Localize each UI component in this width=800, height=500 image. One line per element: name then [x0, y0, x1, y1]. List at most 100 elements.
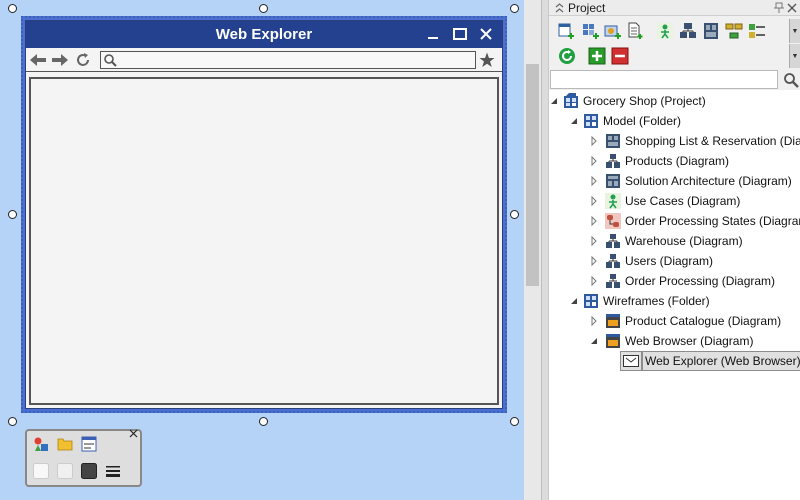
mockup-content-area: [29, 77, 499, 405]
resize-handle-top-right[interactable]: [510, 4, 519, 13]
tree-node-label: Product Catalogue (Diagram): [625, 314, 782, 328]
toolbar-overflow-icon-2[interactable]: ▼: [789, 44, 800, 68]
folder-icon[interactable]: [56, 435, 74, 453]
tree-node-label: Order Processing (Diagram): [625, 274, 776, 288]
tree-node-project[interactable]: Grocery Shop (Project): [549, 91, 706, 111]
diagram-canvas[interactable]: Web Explorer: [0, 0, 524, 500]
model-folder-icon: [583, 293, 599, 309]
resize-handle-left[interactable]: [8, 210, 17, 219]
new-diagram-icon[interactable]: [557, 21, 577, 41]
collapsed-arrow-icon[interactable]: [589, 191, 599, 211]
expanded-arrow-icon[interactable]: [549, 91, 559, 111]
expanded-arrow-icon[interactable]: [589, 331, 599, 351]
use-case-diagram-icon: [605, 193, 621, 209]
web-browser-element-icon: [620, 351, 642, 371]
canvas-vertical-scrollbar[interactable]: [524, 0, 541, 500]
requirement-diagram-toolbar-icon[interactable]: [747, 21, 767, 41]
collapsed-arrow-icon[interactable]: [589, 271, 599, 291]
panel-splitter[interactable]: [541, 0, 548, 500]
web-browser-window: Web Explorer: [25, 20, 503, 409]
search-input[interactable]: [550, 70, 778, 89]
wireframe-diagram-icon: [605, 313, 621, 329]
tree-node-label: Shopping List & Reservation (Diagram): [625, 134, 800, 148]
web-browser-wireframe[interactable]: Web Explorer: [21, 16, 507, 413]
mockup-navigation-bar: [26, 48, 502, 72]
use-case-diagram-toolbar-icon[interactable]: [655, 21, 675, 41]
new-model-element-icon[interactable]: [581, 21, 601, 41]
tree-node-diagram[interactable]: Users (Diagram): [589, 251, 713, 271]
tree-node-diagram[interactable]: Solution Architecture (Diagram): [589, 171, 792, 191]
toolbar-overflow-icon[interactable]: ▼: [789, 19, 800, 43]
tree-node-diagram[interactable]: Product Catalogue (Diagram): [589, 311, 781, 331]
tree-node-label: Users (Diagram): [625, 254, 714, 268]
collapse-all-icon[interactable]: [610, 46, 630, 66]
state-diagram-icon: [605, 213, 621, 229]
collapsed-arrow-icon[interactable]: [589, 131, 599, 151]
shapes-icon[interactable]: [32, 435, 50, 453]
resize-handle-bottom[interactable]: [259, 417, 268, 426]
panel-title: Project: [568, 1, 606, 15]
tree-node-label: Products (Diagram): [625, 154, 730, 168]
search-icon[interactable]: [780, 70, 800, 89]
white-fill-icon[interactable]: [32, 462, 50, 480]
activity-diagram-toolbar-icon[interactable]: [724, 21, 744, 41]
tree-node-diagram[interactable]: Products (Diagram): [589, 151, 729, 171]
collapsed-arrow-icon[interactable]: [589, 171, 599, 191]
deployment-diagram-icon: [605, 173, 621, 189]
pin-icon[interactable]: [772, 0, 786, 16]
tree-node-web-explorer-selected[interactable]: Web Explorer (Web Browser): [620, 351, 800, 371]
mockup-address-bar: [100, 51, 476, 69]
sync-refresh-icon[interactable]: [557, 46, 577, 66]
class-diagram-icon: [605, 253, 621, 269]
expand-all-icon[interactable]: [587, 46, 607, 66]
class-diagram-toolbar-icon[interactable]: [678, 21, 698, 41]
tree-node-diagram[interactable]: Warehouse (Diagram): [589, 231, 743, 251]
window-icon[interactable]: [80, 435, 98, 453]
tree-node-diagram[interactable]: Web Browser (Diagram): [589, 331, 753, 351]
resize-handle-bottom-right[interactable]: [510, 417, 519, 426]
collapsed-arrow-icon[interactable]: [589, 151, 599, 171]
toolbox-close-icon[interactable]: [128, 429, 138, 441]
star-icon: [478, 51, 496, 69]
tree-node-label: Model (Folder): [603, 114, 682, 128]
panel-close-icon[interactable]: [785, 0, 799, 16]
tree-node-diagram[interactable]: Order Processing States (Diagram): [589, 211, 800, 231]
search-bar: [549, 69, 800, 89]
expanded-arrow-icon[interactable]: [569, 111, 579, 131]
activity-diagram-icon: [605, 273, 621, 289]
tree-node-diagram[interactable]: Shopping List & Reservation (Diagram): [589, 131, 800, 151]
dark-fill-icon[interactable]: [80, 462, 98, 480]
canvas-scrollbar-thumb[interactable]: [526, 64, 539, 286]
light-fill-icon[interactable]: [56, 462, 74, 480]
component-diagram-toolbar-icon[interactable]: [701, 21, 721, 41]
project-icon: [563, 93, 579, 109]
tree-node-diagram[interactable]: Use Cases (Diagram): [589, 191, 740, 211]
resize-handle-top[interactable]: [259, 4, 268, 13]
project-panel: Project ▼ ▼ Grocery Shop (Project) Model…: [548, 0, 800, 500]
collapsed-arrow-icon[interactable]: [589, 231, 599, 251]
collapsed-arrow-icon[interactable]: [589, 251, 599, 271]
resize-handle-top-left[interactable]: [8, 4, 17, 13]
element-toolbox: [25, 429, 142, 487]
wireframe-diagram-icon: [605, 333, 621, 349]
collapsed-arrow-icon[interactable]: [589, 211, 599, 231]
line-style-icon[interactable]: [104, 462, 122, 480]
tree-node-model-folder[interactable]: Model (Folder): [569, 111, 681, 131]
maximize-icon: [449, 24, 471, 44]
resize-handle-bottom-left[interactable]: [8, 417, 17, 426]
new-package-icon[interactable]: [603, 21, 623, 41]
tree-node-label: Wireframes (Folder): [603, 294, 710, 308]
model-folder-icon: [583, 113, 599, 129]
collapsed-arrow-icon[interactable]: [589, 311, 599, 331]
back-arrow-icon: [29, 51, 47, 69]
tree-node-label: Use Cases (Diagram): [625, 194, 741, 208]
tree-node-label: Solution Architecture (Diagram): [625, 174, 792, 188]
project-tree: Grocery Shop (Project) Model (Folder) Sh…: [549, 90, 800, 500]
new-document-icon[interactable]: [625, 21, 645, 41]
resize-handle-right[interactable]: [510, 210, 519, 219]
tree-node-wireframes-folder[interactable]: Wireframes (Folder): [569, 291, 710, 311]
collapse-chevron-icon[interactable]: [552, 0, 566, 16]
minimize-icon: [422, 24, 444, 44]
tree-node-diagram[interactable]: Order Processing (Diagram): [589, 271, 775, 291]
expanded-arrow-icon[interactable]: [569, 291, 579, 311]
